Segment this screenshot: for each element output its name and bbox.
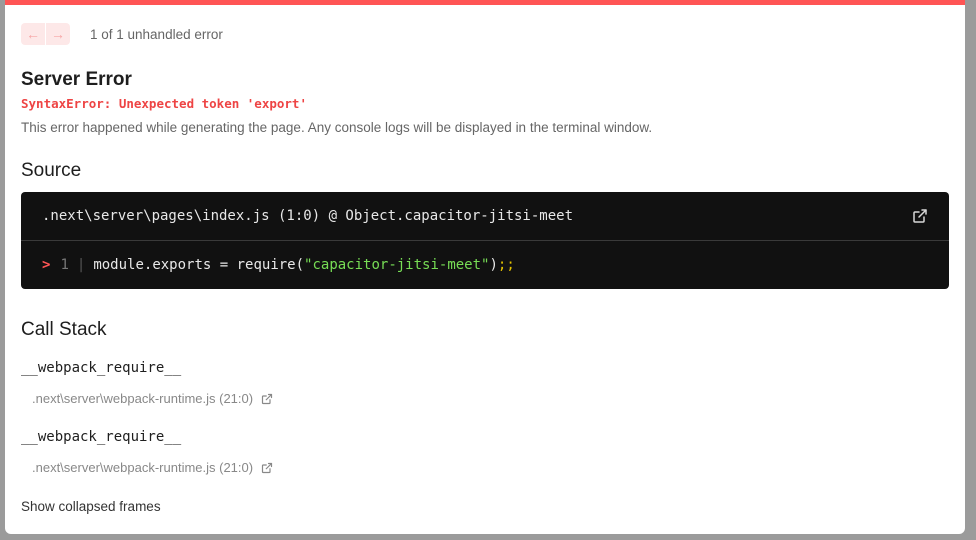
source-code-frame: .next\server\pages\index.js (1:0) @ Obje… [21, 192, 949, 289]
error-message: SyntaxError: Unexpected token 'export' [21, 96, 307, 111]
stack-frame-file-label: .next\server\webpack-runtime.js (21:0) [32, 391, 254, 406]
source-file-link[interactable]: .next\server\pages\index.js (1:0) @ Obje… [42, 208, 573, 224]
line-number: 1 [60, 256, 69, 273]
error-title: Server Error [21, 69, 132, 90]
error-description: This error happened while generating the… [21, 120, 653, 135]
error-overlay-dialog: ← → 1 of 1 unhandled error Server Error … [5, 0, 965, 534]
code-text: module.exports = require( [93, 256, 305, 273]
code-frame-header: .next\server\pages\index.js (1:0) @ Obje… [21, 192, 949, 241]
stack-frame-file[interactable]: .next\server\webpack-runtime.js (21:0) [32, 391, 273, 406]
error-navigation: ← → 1 of 1 unhandled error [21, 23, 223, 45]
arrow-right-icon: → [51, 26, 65, 42]
error-counter: 1 of 1 unhandled error [90, 26, 223, 42]
stack-frame-file-label: .next\server\webpack-runtime.js (21:0) [32, 460, 254, 475]
next-error-button[interactable]: → [46, 23, 70, 45]
stack-frame-function: __webpack_require__ [21, 360, 182, 376]
call-stack-heading: Call Stack [21, 319, 107, 340]
external-link-icon[interactable] [261, 462, 273, 474]
external-link-icon[interactable] [912, 208, 928, 224]
previous-error-button[interactable]: ← [21, 23, 45, 45]
stack-frame-file[interactable]: .next\server\webpack-runtime.js (21:0) [32, 460, 273, 475]
show-collapsed-frames-button[interactable]: Show collapsed frames [21, 499, 161, 514]
chevron-right-icon: > [42, 256, 51, 273]
source-heading: Source [21, 160, 82, 181]
code-line: > 1 | module.exports = require("capacito… [21, 241, 949, 288]
external-link-icon[interactable] [261, 393, 273, 405]
line-gutter: | [76, 256, 86, 273]
stack-frame-function: __webpack_require__ [21, 429, 182, 445]
code-semicolons: ;; [497, 256, 515, 273]
arrow-left-icon: ← [26, 26, 40, 42]
code-closing-paren: ) [489, 256, 498, 273]
code-string: "capacitor-jitsi-meet" [304, 256, 490, 273]
